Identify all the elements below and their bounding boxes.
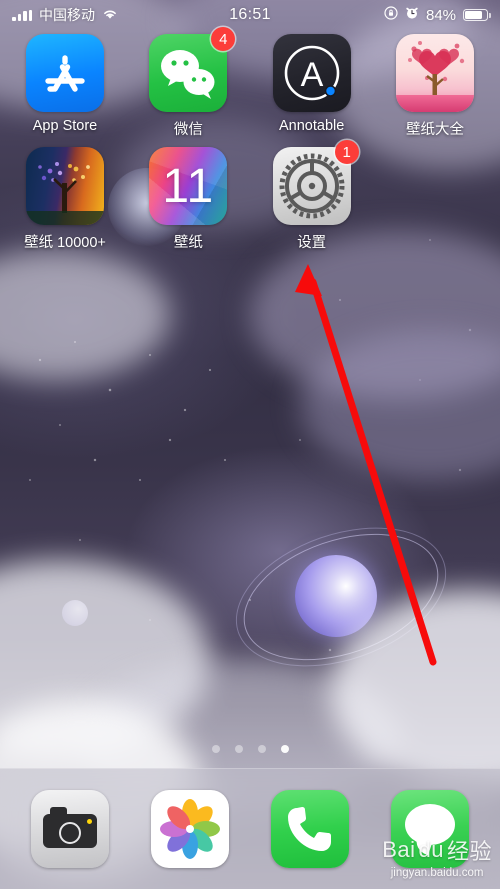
app-icon-wechat[interactable]: 4 微信 bbox=[135, 27, 241, 139]
cellular-signal-icon bbox=[12, 9, 32, 21]
speech-bubble bbox=[405, 804, 455, 845]
app-label: 壁纸大全 bbox=[405, 122, 464, 138]
rotation-lock-icon bbox=[384, 6, 398, 24]
app-icon-settings[interactable]: 1 设置 bbox=[259, 140, 365, 252]
page-dot[interactable] bbox=[211, 745, 220, 753]
app-icon-app-store[interactable]: App Store bbox=[12, 34, 118, 139]
page-dot[interactable] bbox=[234, 745, 243, 753]
svg-text:A: A bbox=[300, 56, 323, 94]
icon-wrap: 11 bbox=[149, 147, 228, 225]
app-slot-empty bbox=[382, 147, 488, 252]
annotable-icon: A bbox=[272, 34, 351, 112]
notification-badge: 4 bbox=[211, 27, 236, 51]
status-bar: 中国移动 16:51 84% bbox=[0, 0, 500, 30]
carrier-label: 中国移动 bbox=[39, 7, 95, 23]
notification-badge: 1 bbox=[334, 140, 359, 164]
phone-icon[interactable] bbox=[271, 790, 349, 868]
app-row: App Store 4 微信 A Annotable 壁纸大全 bbox=[12, 27, 488, 147]
app-grid: App Store 4 微信 A Annotable 壁纸大全 壁纸 10000… bbox=[0, 27, 500, 260]
app-icon-wallpaper-10000[interactable]: 壁纸 10000+ bbox=[12, 147, 118, 252]
icon-wrap bbox=[26, 34, 104, 112]
page-indicator-dots[interactable] bbox=[0, 745, 500, 753]
dock bbox=[0, 768, 500, 889]
app-label: 壁纸 10000+ bbox=[24, 235, 106, 251]
photos-icon[interactable] bbox=[151, 790, 229, 868]
app-label: App Store bbox=[32, 118, 98, 134]
icon-text: 11 bbox=[162, 159, 215, 213]
alarm-clock-icon bbox=[405, 6, 419, 24]
grass-strip bbox=[395, 95, 474, 112]
app-label: 微信 bbox=[173, 122, 203, 138]
page-dot[interactable] bbox=[257, 745, 266, 753]
camera-lens bbox=[59, 822, 81, 844]
status-bar-left: 中国移动 bbox=[12, 5, 229, 25]
wallpaper-daquan-icon bbox=[395, 34, 474, 112]
iphone-home-screen: 中国移动 16:51 84% App Store 4 微信 A Annotabl… bbox=[0, 0, 500, 889]
page-dot-active[interactable] bbox=[280, 745, 289, 753]
camera-icon[interactable] bbox=[31, 790, 109, 868]
status-bar-right: 84% bbox=[271, 6, 491, 24]
battery-percent-label: 84% bbox=[425, 6, 457, 24]
wallpaper-11-icon: 11 bbox=[149, 147, 228, 225]
camera-flash-dot bbox=[87, 819, 92, 824]
app-store-icon bbox=[26, 34, 104, 112]
app-label: 壁纸 bbox=[173, 235, 203, 251]
icon-wrap: 4 bbox=[149, 27, 236, 112]
messages-icon[interactable] bbox=[391, 790, 469, 868]
app-icon-annotable[interactable]: A Annotable bbox=[259, 34, 365, 139]
app-row: 壁纸 10000+ 11 壁纸 1 设置 bbox=[12, 140, 488, 260]
app-icon-wallpaper-daquan[interactable]: 壁纸大全 bbox=[382, 34, 488, 139]
wifi-icon bbox=[102, 7, 118, 24]
app-icon-wallpaper-11[interactable]: 11 壁纸 bbox=[135, 147, 241, 252]
battery-icon bbox=[463, 9, 491, 21]
wallpaper-10000-icon bbox=[26, 147, 104, 225]
icon-wrap bbox=[26, 147, 104, 225]
clock-label: 16:51 bbox=[229, 6, 271, 23]
app-label: Annotable bbox=[279, 118, 345, 134]
icon-wrap bbox=[395, 34, 474, 112]
icon-wrap: 1 bbox=[272, 140, 359, 225]
app-label: 设置 bbox=[297, 235, 327, 251]
icon-wrap: A bbox=[272, 34, 351, 112]
